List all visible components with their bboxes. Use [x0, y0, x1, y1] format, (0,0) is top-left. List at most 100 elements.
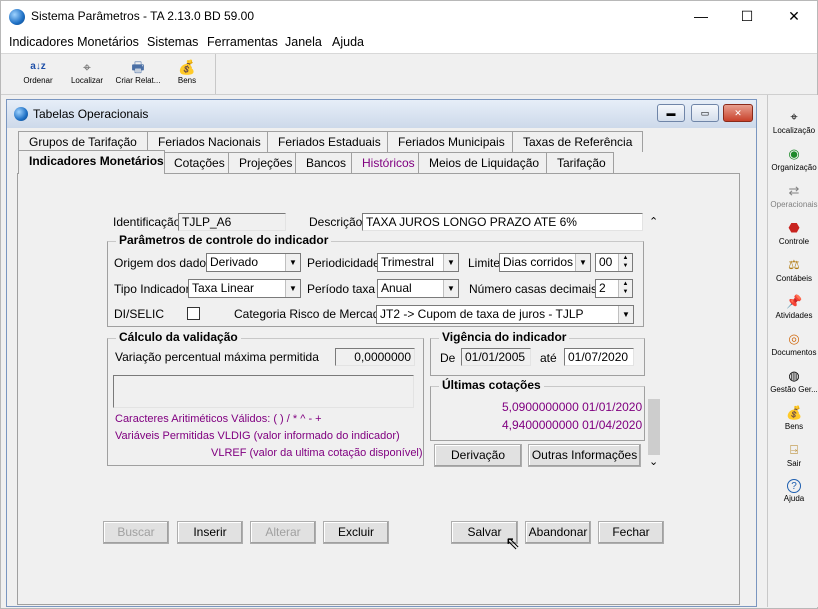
scroll-down-icon[interactable]: ⌄	[649, 455, 658, 468]
close-button[interactable]: ✕	[771, 1, 817, 33]
variacao-field[interactable]: 0,0000000	[335, 348, 415, 366]
scroll-up-icon[interactable]: ⌃	[649, 215, 658, 228]
tab-taxas-referencia[interactable]: Taxas de Referência	[512, 131, 643, 152]
outras-informacoes-button[interactable]: Outras Informações	[528, 444, 641, 467]
stop-icon: ⬣	[788, 220, 800, 235]
sidebar-item-contabeis[interactable]: ⚖ Contábeis	[768, 257, 818, 283]
tab-feriados-nacionais[interactable]: Feriados Nacionais	[147, 131, 269, 152]
child-title-bar: Tabelas Operacionais ▬ ▭ ✕	[7, 100, 756, 128]
menu-janela[interactable]: Janela	[285, 35, 322, 49]
child-restore-button[interactable]: ▭	[691, 104, 719, 122]
tab-projecoes[interactable]: Projeções	[228, 152, 296, 173]
limite-value: Dias corridos	[503, 255, 574, 269]
sidebar-item-operacionais[interactable]: ⇄ Operacionais	[768, 183, 818, 209]
child-globe-icon	[14, 107, 28, 121]
maximize-button[interactable]: ☐	[724, 1, 770, 33]
ate-date-field[interactable]: 01/07/2020	[564, 348, 634, 366]
menu-indicadores[interactable]: Indicadores Monetários	[9, 35, 139, 49]
child-close-button[interactable]: ✕	[723, 104, 753, 122]
limite-label: Limite	[468, 256, 501, 270]
sidebar-item-label: Organização	[771, 163, 817, 172]
abandonar-button[interactable]: Abandonar	[525, 521, 591, 544]
help-icon: ?	[787, 479, 801, 493]
limite-stepper[interactable]: 00 ▲ ▼	[595, 253, 633, 272]
minimize-button[interactable]: —	[678, 1, 724, 33]
tab-meios-liquidacao[interactable]: Meios de Liquidação	[418, 152, 547, 173]
ordenar-label: Ordenar	[23, 76, 53, 85]
menu-ajuda[interactable]: Ajuda	[332, 35, 364, 49]
sidebar-item-label: Ajuda	[783, 494, 805, 503]
sidebar-item-localizacao[interactable]: ⌖ Localização	[768, 109, 818, 135]
localizar-button[interactable]: ⌖ Localizar	[67, 58, 107, 94]
inserir-button[interactable]: Inserir	[177, 521, 243, 544]
variacao-label: Variação percentual máxima permitida	[115, 350, 319, 364]
chevron-down-icon: ▼	[285, 254, 300, 271]
ordenar-button[interactable]: a↓z Ordenar	[19, 58, 57, 94]
menu-sistemas[interactable]: Sistemas	[147, 35, 198, 49]
tab-indicadores-monetarios[interactable]: Indicadores Monetários	[18, 150, 165, 174]
chevron-down-icon: ▼	[443, 280, 458, 297]
money-bag-icon: 💰	[786, 405, 803, 420]
origem-select[interactable]: Derivado ▼	[206, 253, 301, 272]
pin-icon: 📌	[786, 294, 803, 309]
variaveis-text: Variáveis Permitidas VLDIG (valor inform…	[115, 430, 400, 442]
casas-stepper[interactable]: 2 ▲ ▼	[595, 279, 633, 298]
spin-arrows-icon[interactable]: ▲ ▼	[618, 280, 632, 297]
de-label: De	[440, 351, 456, 365]
periodicidade-label: Periodicidade	[307, 256, 380, 270]
chevron-down-icon: ▼	[575, 254, 590, 271]
chevron-down-icon: ▼	[443, 254, 458, 271]
toolbar: a↓z Ordenar ⌖ Localizar 🖶 Criar Relat...…	[1, 53, 817, 95]
child-minimize-button[interactable]: ▬	[657, 104, 685, 122]
fechar-button[interactable]: Fechar	[598, 521, 664, 544]
sidebar-item-label: Bens	[784, 422, 804, 431]
criar-relatorio-button[interactable]: 🖶 Criar Relat...	[113, 58, 163, 94]
tab-tarifacao[interactable]: Tarifação	[546, 152, 614, 173]
buscar-button[interactable]: Buscar	[103, 521, 169, 544]
sidebar-item-gestao[interactable]: ◍ Gestão Ger...	[768, 368, 818, 394]
scroll-thumb[interactable]	[648, 399, 660, 455]
identificacao-field[interactable]: TJLP_A6	[178, 213, 286, 231]
tab-feriados-municipais[interactable]: Feriados Municipais	[387, 131, 513, 152]
periodo-select[interactable]: Anual ▼	[377, 279, 459, 298]
alterar-button[interactable]: Alterar	[250, 521, 316, 544]
cotacoes-group-title: Últimas cotações	[439, 378, 544, 392]
app-globe-icon	[9, 9, 25, 25]
documents-icon: ◎	[788, 331, 800, 346]
tab-feriados-estaduais[interactable]: Feriados Estaduais	[267, 131, 389, 152]
sidebar-item-ajuda[interactable]: ? Ajuda	[768, 479, 818, 503]
sidebar-item-bens[interactable]: 💰 Bens	[768, 405, 818, 431]
menu-ferramentas[interactable]: Ferramentas	[207, 35, 278, 49]
de-date-field[interactable]: 01/01/2005	[461, 348, 531, 366]
organization-icon: ◉	[788, 146, 800, 161]
descricao-field[interactable]: TAXA JUROS LONGO PRAZO ATE 6%	[362, 213, 643, 231]
tab-bancos[interactable]: Bancos	[295, 152, 352, 173]
sidebar-item-atividades[interactable]: 📌 Atividades	[768, 294, 818, 320]
sidebar-item-label: Sair	[786, 459, 802, 468]
localizar-label: Localizar	[70, 76, 103, 85]
validacao-group-title: Cálculo da validação	[116, 330, 241, 344]
spin-arrows-icon[interactable]: ▲ ▼	[618, 254, 632, 271]
categoria-select[interactable]: JT2 -> Cupom de taxa de juros - TJLP ▼	[376, 305, 634, 324]
diselic-checkbox[interactable]	[187, 307, 200, 320]
form-scrollbar[interactable]: ⌃ ⌄	[646, 213, 661, 469]
periodicidade-select[interactable]: Trimestral ▼	[377, 253, 459, 272]
sidebar-item-documentos[interactable]: ◎ Documentos	[768, 331, 818, 357]
derivacao-button[interactable]: Derivação	[434, 444, 522, 467]
sidebar-item-sair[interactable]: ⍈ Sair	[768, 442, 818, 468]
sidebar-item-controle[interactable]: ⬣ Controle	[768, 220, 818, 246]
printer-icon: 🖶	[131, 59, 145, 75]
validacao-formula-box[interactable]	[113, 375, 414, 408]
origem-label: Origem dos dados	[114, 256, 213, 270]
tab-grupos-tarifacao[interactable]: Grupos de Tarifação	[18, 131, 148, 152]
tab-historicos[interactable]: Históricos	[351, 152, 419, 173]
excluir-button[interactable]: Excluir	[323, 521, 389, 544]
tab-cotacoes[interactable]: Cotações	[163, 152, 229, 173]
tipo-select[interactable]: Taxa Linear ▼	[188, 279, 301, 298]
cotacao-row: 5,0900000000 01/01/2020	[502, 400, 643, 414]
limite-select[interactable]: Dias corridos ▼	[499, 253, 591, 272]
right-sidebar: ⌖ Localização ◉ Organização ⇄ Operacionais …	[767, 95, 818, 607]
bens-button[interactable]: 💰 Bens	[171, 58, 203, 94]
locate-icon: ⌖	[790, 109, 798, 124]
sidebar-item-organizacao[interactable]: ◉ Organização	[768, 146, 818, 172]
